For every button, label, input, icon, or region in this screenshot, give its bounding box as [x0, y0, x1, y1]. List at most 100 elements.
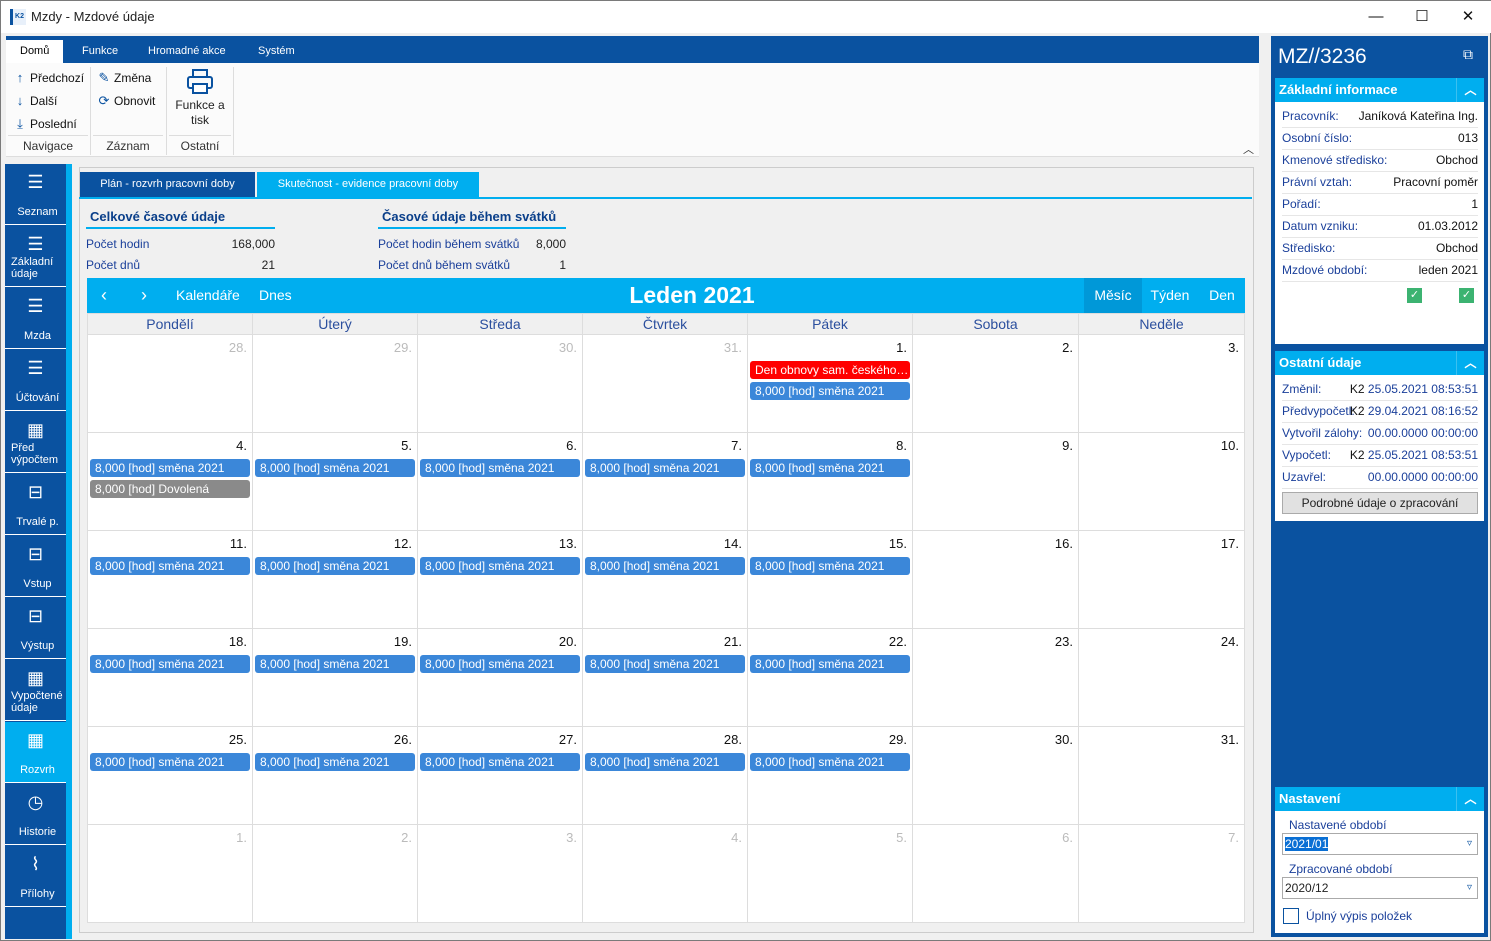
day-cell[interactable]: 2.	[913, 335, 1079, 433]
refresh-button[interactable]: ⟳ Obnovit	[98, 93, 156, 109]
view-day-button[interactable]: Den	[1201, 278, 1243, 313]
calendar-event[interactable]: 8,000 [hod] směna 2021	[420, 459, 580, 477]
day-cell[interactable]: 12. 8,000 [hod] směna 2021	[253, 531, 418, 629]
sidebar-item-seznam[interactable]: ☰ Seznam	[5, 164, 66, 225]
calendar-event[interactable]: Den obnovy sam. českého státu	[750, 361, 910, 379]
processing-details-button[interactable]: Podrobné údaje o zpracování	[1282, 492, 1478, 514]
calendar-event[interactable]: 8,000 [hod] směna 2021	[90, 459, 250, 477]
tab-hromadne-akce[interactable]: Hromadné akce	[134, 40, 240, 63]
sidebar-item-přílohy[interactable]: ⌇ Přílohy	[5, 846, 66, 907]
view-week-button[interactable]: Týden	[1145, 278, 1195, 313]
day-cell[interactable]: 31.	[583, 335, 748, 433]
sidebar-item-vstup[interactable]: ⊟ Vstup	[5, 536, 66, 597]
day-cell[interactable]: 21. 8,000 [hod] směna 2021	[583, 629, 748, 727]
tab-domu[interactable]: Domů	[6, 40, 64, 63]
day-cell[interactable]: 28.	[88, 335, 253, 433]
day-cell[interactable]: 7. 8,000 [hod] směna 2021	[583, 433, 748, 531]
day-cell[interactable]: 15. 8,000 [hod] směna 2021	[748, 531, 913, 629]
tab-plan[interactable]: Plán - rozvrh pracovní doby	[80, 172, 255, 197]
calendars-button[interactable]: Kalendáře	[176, 278, 240, 313]
collapse-icon[interactable]: ︿	[1456, 78, 1484, 102]
calendar-event[interactable]: 8,000 [hod] směna 2021	[255, 459, 415, 477]
day-cell[interactable]: 29.	[253, 335, 418, 433]
prev-month-button[interactable]: ‹	[101, 278, 107, 313]
collapse-icon[interactable]: ︿	[1456, 787, 1484, 811]
day-cell[interactable]: 5. 8,000 [hod] směna 2021	[253, 433, 418, 531]
day-cell[interactable]: 4. 8,000 [hod] směna 2021 8,000 [hod] Dovo…	[88, 433, 253, 531]
day-cell[interactable]: 3.	[1079, 335, 1245, 433]
calendar-event[interactable]: 8,000 [hod] směna 2021	[90, 655, 250, 673]
day-cell[interactable]: 10.	[1079, 433, 1245, 531]
tab-skutecnost[interactable]: Skutečnost - evidence pracovní doby	[257, 172, 479, 197]
day-cell[interactable]: 23.	[913, 629, 1079, 727]
sidebar-item-rozvrh[interactable]: ▦ Rozvrh	[5, 722, 66, 783]
day-cell[interactable]: 27. 8,000 [hod] směna 2021	[418, 727, 583, 825]
sidebar-item-výstup[interactable]: ⊟ Výstup	[5, 598, 66, 659]
day-cell[interactable]: 31.	[1079, 727, 1245, 825]
day-cell[interactable]: 7.	[1079, 825, 1245, 923]
day-cell[interactable]: 17.	[1079, 531, 1245, 629]
day-cell[interactable]: 6. 8,000 [hod] směna 2021	[418, 433, 583, 531]
day-cell[interactable]: 1.	[88, 825, 253, 923]
last-button[interactable]: ⤓ Poslední	[14, 116, 77, 132]
processed-period-select[interactable]: 2020/12 ▿	[1282, 877, 1478, 899]
day-cell[interactable]: 30.	[913, 727, 1079, 825]
day-cell[interactable]: 2.	[253, 825, 418, 923]
day-cell[interactable]: 22. 8,000 [hod] směna 2021	[748, 629, 913, 727]
calendar-event[interactable]: 8,000 [hod] směna 2021	[750, 753, 910, 771]
day-cell[interactable]: 29. 8,000 [hod] směna 2021	[748, 727, 913, 825]
maximize-button[interactable]: ☐	[1399, 3, 1445, 31]
sidebar-item-historie[interactable]: ◷ Historie	[5, 784, 66, 845]
change-button[interactable]: ✎ Změna	[98, 70, 152, 86]
day-cell[interactable]: 30.	[418, 335, 583, 433]
print-button[interactable]: Funkce a tisk	[172, 69, 228, 135]
calendar-event[interactable]: 8,000 [hod] směna 2021	[750, 382, 910, 400]
sidebar-item-vypočtené-údaje[interactable]: ▦ Vypočtené údaje	[5, 660, 66, 721]
next-button[interactable]: ↓ Další	[14, 93, 58, 108]
tab-funkce[interactable]: Funkce	[68, 40, 132, 63]
calendar-event[interactable]: 8,000 [hod] směna 2021	[255, 557, 415, 575]
previous-button[interactable]: ↑ Předchozí	[14, 70, 84, 85]
full-listing-checkbox[interactable]	[1283, 908, 1299, 924]
calendar-event[interactable]: 8,000 [hod] Dovolená	[90, 480, 250, 498]
calendar-event[interactable]: 8,000 [hod] směna 2021	[585, 655, 745, 673]
minimize-button[interactable]: —	[1353, 3, 1399, 31]
day-cell[interactable]: 18. 8,000 [hod] směna 2021	[88, 629, 253, 727]
dropdown-icon[interactable]: ▿	[1467, 834, 1472, 854]
day-cell[interactable]: 3.	[418, 825, 583, 923]
day-cell[interactable]: 24.	[1079, 629, 1245, 727]
calendar-event[interactable]: 8,000 [hod] směna 2021	[585, 459, 745, 477]
calendar-event[interactable]: 8,000 [hod] směna 2021	[585, 557, 745, 575]
tab-system[interactable]: Systém	[244, 40, 309, 63]
sidebar-item-trvalé-p.[interactable]: ⊟ Trvalé p.	[5, 474, 66, 535]
day-cell[interactable]: 11. 8,000 [hod] směna 2021	[88, 531, 253, 629]
calendar-event[interactable]: 8,000 [hod] směna 2021	[420, 655, 580, 673]
day-cell[interactable]: 28. 8,000 [hod] směna 2021	[583, 727, 748, 825]
collapse-ribbon-icon[interactable]: ︿	[1243, 141, 1254, 157]
dropdown-icon[interactable]: ▿	[1467, 878, 1472, 898]
day-cell[interactable]: 4.	[583, 825, 748, 923]
day-cell[interactable]: 26. 8,000 [hod] směna 2021	[253, 727, 418, 825]
day-cell[interactable]: 16.	[913, 531, 1079, 629]
day-cell[interactable]: 19. 8,000 [hod] směna 2021	[253, 629, 418, 727]
day-cell[interactable]: 5.	[748, 825, 913, 923]
day-cell[interactable]: 8. 8,000 [hod] směna 2021	[748, 433, 913, 531]
next-month-button[interactable]: ›	[141, 278, 147, 313]
day-cell[interactable]: 20. 8,000 [hod] směna 2021	[418, 629, 583, 727]
collapse-icon[interactable]: ︿	[1456, 351, 1484, 375]
day-cell[interactable]: 1. Den obnovy sam. českého státu 8,000 [ho…	[748, 335, 913, 433]
calendar-event[interactable]: 8,000 [hod] směna 2021	[750, 459, 910, 477]
sidebar-item-základní-údaje[interactable]: ☰ Základní údaje	[5, 226, 66, 287]
sidebar-item-před-výpočtem[interactable]: ▦ Před výpočtem	[5, 412, 66, 473]
calendar-event[interactable]: 8,000 [hod] směna 2021	[255, 753, 415, 771]
today-button[interactable]: Dnes	[259, 278, 292, 313]
set-period-select[interactable]: 2021/01 ▿	[1282, 833, 1478, 855]
calendar-event[interactable]: 8,000 [hod] směna 2021	[420, 753, 580, 771]
day-cell[interactable]: 25. 8,000 [hod] směna 2021	[88, 727, 253, 825]
calendar-event[interactable]: 8,000 [hod] směna 2021	[90, 557, 250, 575]
day-cell[interactable]: 14. 8,000 [hod] směna 2021	[583, 531, 748, 629]
view-month-button[interactable]: Měsíc	[1084, 278, 1142, 313]
calendar-event[interactable]: 8,000 [hod] směna 2021	[585, 753, 745, 771]
day-cell[interactable]: 6.	[913, 825, 1079, 923]
popout-icon[interactable]: ⧉	[1463, 46, 1473, 63]
